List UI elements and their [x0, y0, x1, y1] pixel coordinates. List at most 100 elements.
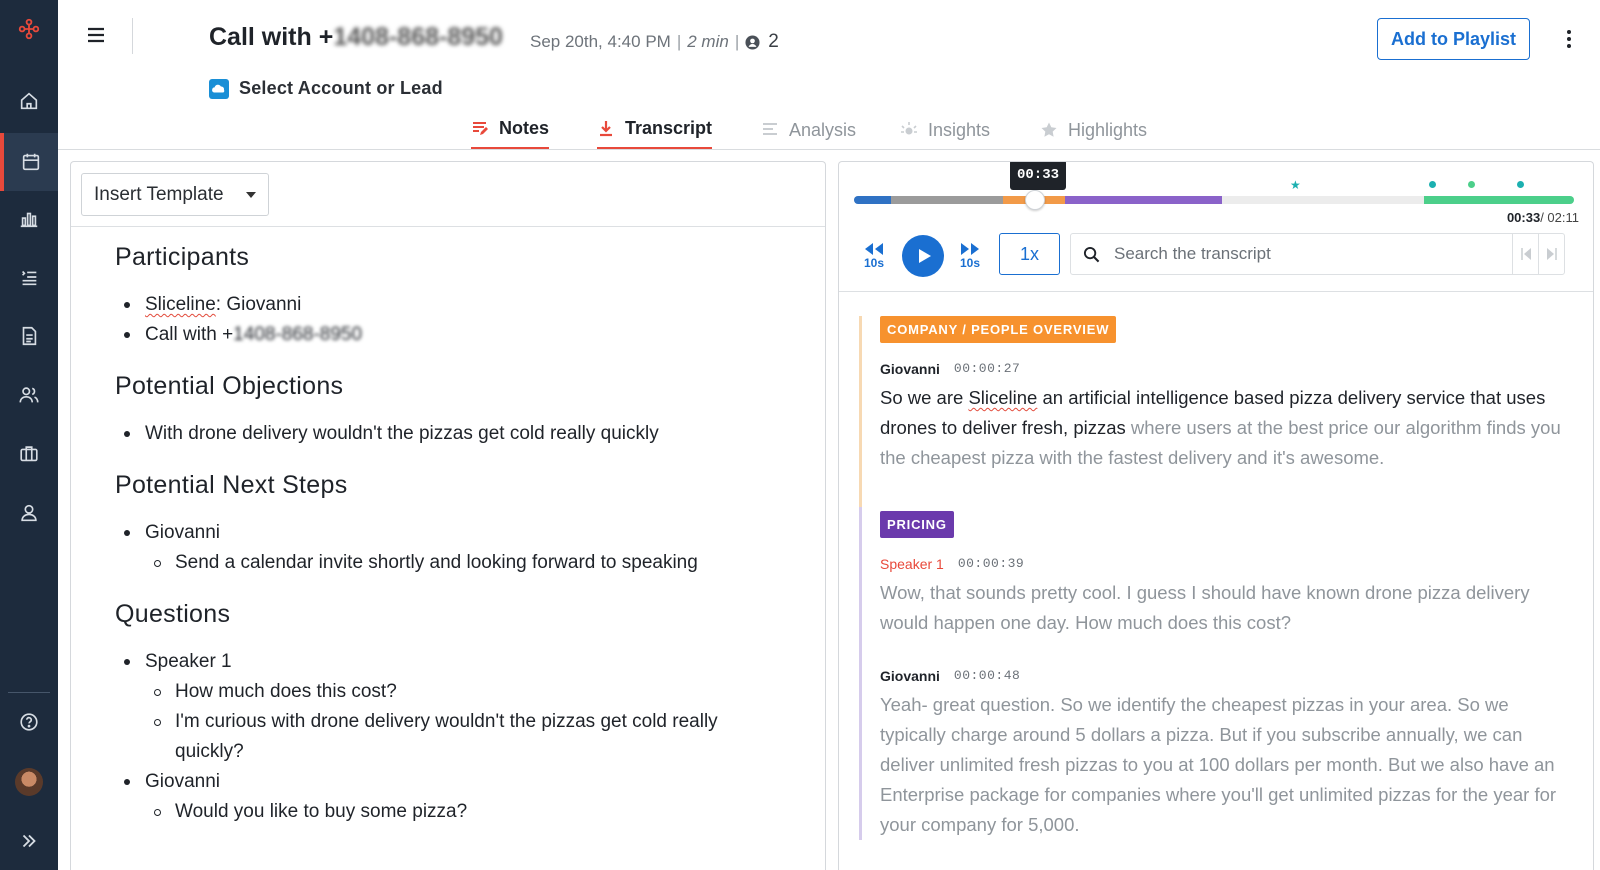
home-icon[interactable]	[0, 72, 58, 130]
avatar[interactable]	[15, 768, 43, 796]
tab-notes-label: Notes	[499, 118, 550, 138]
skip-forward-button[interactable]: 10s	[956, 242, 984, 270]
timestamp[interactable]: 00:00:27	[954, 361, 1020, 377]
user-icon[interactable]	[0, 484, 58, 542]
utterance[interactable]: Speaker 1 00:00:39 Wow, that sounds pret…	[880, 556, 1593, 638]
segment-blue	[854, 196, 891, 204]
insert-template-label: Insert Template	[94, 183, 224, 205]
notes-toolbar: Insert Template	[71, 162, 825, 227]
tab-analysis[interactable]: Analysis	[761, 110, 856, 150]
utterance-text: Yeah- great question. So we identify the…	[880, 694, 1557, 835]
tab-insights[interactable]: Insights	[900, 110, 990, 150]
lightbulb-icon	[901, 122, 917, 135]
progress-track[interactable]	[854, 196, 1574, 204]
transcript-body: COMPANY / PEOPLE OVERVIEW Giovanni 00:00…	[839, 292, 1593, 840]
time-readout: 00:33/ 02:11	[1507, 210, 1579, 225]
utterance-header: Giovanni 00:00:27	[880, 361, 1573, 377]
utterance[interactable]: Giovanni 00:00:48 Yeah- great question. …	[880, 668, 1593, 840]
notes-list: Speaker 1 How much does this cost? I'm c…	[115, 647, 825, 827]
logo-icon-svg	[18, 18, 40, 40]
notes-heading: Participants	[115, 243, 250, 271]
list-item-text: Call with +	[145, 324, 234, 345]
tab-analysis-label: Analysis	[789, 119, 857, 140]
insert-template-dropdown[interactable]: Insert Template	[81, 173, 269, 216]
list-item: Send a calendar invite shortly and looki…	[115, 548, 825, 578]
timestamp[interactable]: 00:00:48	[954, 668, 1020, 684]
microphone-icon	[600, 120, 612, 136]
call-title: Call with +1408-868-8950	[209, 23, 503, 52]
skip-back-button[interactable]: 10s	[860, 242, 888, 270]
left-sidebar	[0, 0, 58, 870]
topic-tag[interactable]: PRICING	[880, 511, 954, 538]
skip-forward-label: 10s	[959, 256, 981, 270]
misspelled-word: Sliceline	[968, 387, 1038, 408]
notes-heading: Potential Next Steps	[115, 471, 348, 499]
tab-notes[interactable]: Notes	[471, 110, 550, 150]
header-divider	[132, 18, 133, 54]
help-icon[interactable]	[0, 693, 58, 751]
search-nav	[1512, 234, 1564, 274]
insight-marker[interactable]	[1429, 181, 1436, 188]
next-result-button[interactable]	[1538, 234, 1564, 274]
utterance-header: Giovanni 00:00:48	[880, 668, 1573, 684]
bar-chart-icon[interactable]	[0, 190, 58, 248]
search-icon	[1083, 246, 1100, 262]
timestamp[interactable]: 00:00:39	[958, 556, 1024, 572]
utterance[interactable]: Giovanni 00:00:27 So we are Sliceline an…	[880, 361, 1593, 473]
meta-separator: |	[676, 32, 682, 51]
insight-marker[interactable]	[1468, 181, 1475, 188]
play-button[interactable]	[902, 235, 944, 277]
insight-marker[interactable]	[1517, 181, 1524, 188]
list-item: I'm curious with drone delivery wouldn't…	[115, 707, 825, 737]
list-item: Giovanni	[115, 767, 825, 797]
playback-speed-button[interactable]: 1x	[999, 233, 1060, 275]
tab-transcript[interactable]: Transcript	[597, 110, 713, 150]
notes-list: With drone delivery wouldn't the pizzas …	[115, 419, 825, 449]
tab-transcript-label: Transcript	[625, 118, 713, 138]
list-item: Speaker 1	[115, 647, 825, 677]
account-selector[interactable]: Select Account or Lead	[209, 78, 443, 99]
call-title-phone: 1408-868-8950	[333, 23, 503, 51]
notes-panel: Insert Template Participants Sliceline: …	[70, 161, 826, 870]
skip-back-label: 10s	[863, 256, 885, 270]
audio-player: 00:33 ★ 00:33/ 02:11 10s 10s 1x Search t…	[839, 162, 1593, 292]
notes-editor[interactable]: Participants Sliceline: Giovanni Call wi…	[71, 227, 825, 827]
calendar-icon[interactable]	[0, 133, 58, 191]
document-icon[interactable]	[0, 307, 58, 365]
list-icon[interactable]	[0, 248, 58, 306]
highlight-star-icon[interactable]: ★	[1290, 178, 1301, 192]
expand-sidebar-icon[interactable]	[0, 812, 58, 870]
previous-result-button[interactable]	[1512, 234, 1538, 274]
add-to-playlist-button[interactable]: Add to Playlist	[1377, 18, 1530, 60]
briefcase-icon[interactable]	[0, 425, 58, 483]
logo-icon[interactable]	[0, 0, 58, 58]
call-date: Sep 20th, 4:40 PM	[530, 32, 671, 51]
playhead-handle[interactable]	[1025, 190, 1046, 210]
segment-green	[1424, 196, 1574, 204]
speaker-name: Speaker 1	[880, 556, 944, 572]
tab-highlights[interactable]: Highlights	[1040, 110, 1147, 150]
users-icon[interactable]	[0, 366, 58, 424]
redacted-phone: 1408-868-8950	[233, 324, 363, 345]
rewind-icon	[865, 243, 883, 255]
playhead-tooltip: 00:33	[1010, 162, 1066, 190]
call-meta: Sep 20th, 4:40 PM | 2 min | 2	[530, 31, 779, 53]
tab-highlights-label: Highlights	[1068, 119, 1148, 140]
call-duration: 2 min	[687, 32, 729, 51]
participant-icon	[745, 34, 760, 50]
more-options-icon[interactable]	[1562, 28, 1576, 50]
notes-heading: Potential Objections	[115, 372, 344, 400]
topic-block-company-overview: COMPANY / PEOPLE OVERVIEW Giovanni 00:00…	[859, 316, 1593, 507]
next-icon	[1546, 248, 1557, 260]
topic-tag[interactable]: COMPANY / PEOPLE OVERVIEW	[880, 316, 1117, 343]
transcript-panel: 00:33 ★ 00:33/ 02:11 10s 10s 1x Search t…	[838, 161, 1594, 870]
search-input[interactable]	[1114, 244, 1494, 264]
total-time: / 02:11	[1540, 210, 1579, 225]
utterance-text: Wow, that sounds pretty cool. I guess I …	[880, 582, 1530, 633]
participant-count: 2	[768, 31, 779, 52]
hamburger-menu-icon[interactable]	[85, 24, 107, 46]
notes-icon	[473, 121, 488, 135]
utterance-header: Speaker 1 00:00:39	[880, 556, 1573, 572]
misspelled-word: Sliceline	[145, 294, 216, 315]
play-icon	[919, 249, 931, 263]
